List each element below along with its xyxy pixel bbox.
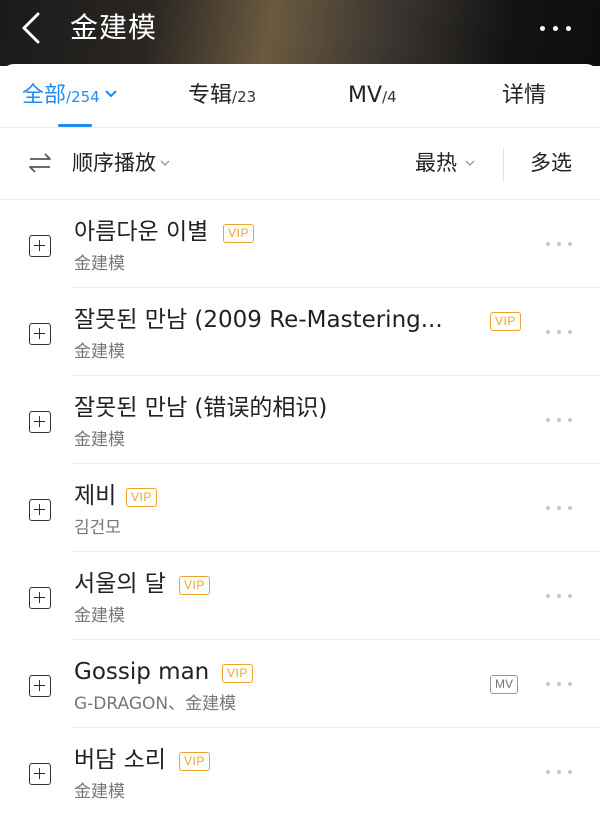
song-artist: 김건모 (74, 518, 121, 538)
back-button[interactable] (12, 8, 52, 48)
add-icon[interactable] (29, 235, 51, 257)
chevron-down-icon (104, 90, 117, 98)
more-horizontal-icon[interactable] (544, 504, 574, 512)
tab-details-label: 详情 (502, 83, 547, 108)
more-horizontal-icon[interactable] (544, 768, 574, 776)
song-row[interactable]: 버담 소리 VIP 金建模 (0, 728, 600, 814)
song-artist: 金建模 (74, 430, 125, 450)
vip-badge: VIP (179, 576, 210, 595)
add-icon[interactable] (29, 763, 51, 785)
song-title: 잘못된 만남 (错误的相识) (74, 395, 328, 421)
song-artist: 金建模 (74, 254, 125, 274)
tab-all-label: 全部 (22, 83, 67, 108)
song-title: 서울의 달 (74, 571, 166, 597)
header-bar: 金建模 (0, 0, 600, 66)
add-icon[interactable] (29, 499, 51, 521)
sort-label: 最热 (415, 151, 457, 175)
song-artist: 金建模 (74, 606, 125, 626)
chevron-left-icon (22, 12, 40, 44)
vip-badge: VIP (223, 224, 254, 243)
content-sheet: 全部/254 专辑/23 MV/4 详情 顺序播放 最热 多选 아름다운 이별 … (0, 64, 600, 814)
song-title: Gossip man (74, 659, 210, 685)
song-row[interactable]: Gossip man VIP G-DRAGON、金建模 MV (0, 640, 600, 728)
song-row[interactable]: 서울의 달 VIP 金建模 (0, 552, 600, 640)
more-horizontal-icon[interactable] (544, 240, 574, 248)
vip-badge: VIP (490, 312, 521, 331)
more-horizontal-icon[interactable] (544, 328, 574, 336)
song-row[interactable]: 아름다운 이별 VIP 金建模 (0, 200, 600, 288)
tab-mv-label: MV (348, 83, 383, 108)
more-horizontal-icon (540, 26, 545, 31)
tab-albums[interactable]: 专辑/23 (188, 80, 256, 112)
vip-badge: VIP (179, 752, 210, 771)
vip-badge: VIP (126, 488, 157, 507)
add-icon[interactable] (29, 323, 51, 345)
tab-albums-label: 专辑 (188, 83, 233, 108)
tab-all-count: /254 (66, 88, 100, 106)
tab-all[interactable]: 全部/254 (22, 80, 118, 112)
song-row[interactable]: 잘못된 만남 (2009 Re-Mastering... VIP 金建模 (0, 288, 600, 376)
chevron-down-icon (465, 160, 475, 166)
chevron-down-icon (160, 160, 170, 166)
song-row[interactable]: 제비 VIP 김건모 (0, 464, 600, 552)
more-button[interactable] (536, 14, 576, 42)
list-toolbar: 顺序播放 最热 多选 (0, 128, 600, 200)
song-artist: 金建模 (74, 342, 125, 362)
multi-select-button[interactable]: 多选 (530, 148, 572, 178)
add-icon[interactable] (29, 587, 51, 609)
mv-badge[interactable]: MV (490, 675, 518, 694)
vip-badge: VIP (222, 664, 253, 683)
toolbar-divider (503, 148, 504, 182)
add-icon[interactable] (29, 675, 51, 697)
tab-mv-count: /4 (382, 88, 397, 106)
play-order-icon (29, 153, 51, 173)
song-title: 제비 (74, 483, 117, 509)
page-title: 金建模 (70, 11, 158, 44)
song-title: 아름다운 이별 (74, 219, 209, 245)
tab-mv[interactable]: MV/4 (348, 80, 397, 112)
more-horizontal-icon[interactable] (544, 680, 574, 688)
more-horizontal-icon[interactable] (544, 592, 574, 600)
song-artist: G-DRAGON、金建模 (74, 694, 237, 714)
song-artist: 金建模 (74, 782, 125, 802)
song-title: 버담 소리 (74, 747, 166, 773)
active-tab-indicator (58, 124, 92, 127)
sort-hot-button[interactable]: 最热 (415, 148, 475, 178)
play-order-label: 顺序播放 (72, 151, 156, 175)
tab-details[interactable]: 详情 (502, 80, 546, 112)
add-icon[interactable] (29, 411, 51, 433)
play-order-button[interactable]: 顺序播放 (72, 148, 170, 178)
tab-bar: 全部/254 专辑/23 MV/4 详情 (0, 64, 600, 128)
tab-albums-count: /23 (232, 88, 257, 106)
song-row[interactable]: 잘못된 만남 (错误的相识) 金建模 (0, 376, 600, 464)
song-title: 잘못된 만남 (2009 Re-Mastering... (74, 307, 443, 333)
more-horizontal-icon[interactable] (544, 416, 574, 424)
